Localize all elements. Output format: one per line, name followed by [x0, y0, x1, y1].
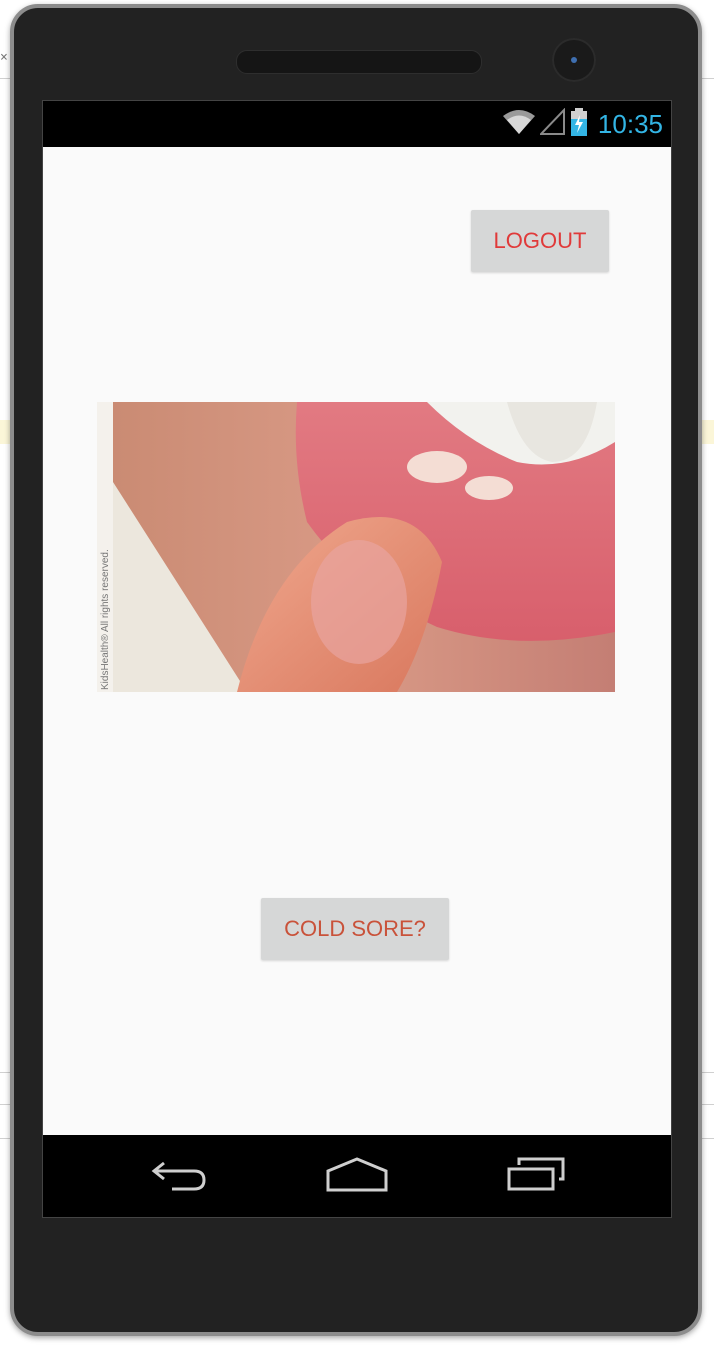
- recent-apps-icon: [505, 1157, 567, 1197]
- image-watermark: KidsHealth® All rights reserved.: [100, 549, 111, 690]
- app-content: LOGOUT KidsHealth® All rights reserved. …: [43, 147, 671, 1135]
- cold-sore-button[interactable]: COLD SORE?: [261, 898, 449, 960]
- logout-button[interactable]: LOGOUT: [471, 210, 609, 272]
- phone-screen: 10:35 LOGOUT KidsHealth® All rights rese…: [42, 100, 672, 1218]
- cell-signal-icon: [538, 107, 566, 140]
- front-camera-icon: [552, 38, 596, 82]
- wifi-icon: [502, 108, 536, 140]
- back-button[interactable]: [145, 1157, 215, 1197]
- recent-apps-button[interactable]: [501, 1157, 571, 1197]
- status-icons: 10:35: [502, 107, 663, 141]
- status-clock: 10:35: [597, 108, 663, 139]
- battery-charging-icon: [570, 107, 588, 141]
- status-bar: 10:35: [43, 101, 671, 147]
- home-icon: [325, 1157, 389, 1197]
- navigation-bar: [43, 1135, 671, 1217]
- phone-device-frame: 10:35 LOGOUT KidsHealth® All rights rese…: [10, 4, 702, 1336]
- back-icon: [150, 1157, 210, 1197]
- phone-speaker: [236, 50, 482, 74]
- mouth-ulcer-image: KidsHealth® All rights reserved.: [97, 402, 615, 692]
- home-button[interactable]: [322, 1157, 392, 1197]
- background-close-icon: ×: [0, 50, 8, 65]
